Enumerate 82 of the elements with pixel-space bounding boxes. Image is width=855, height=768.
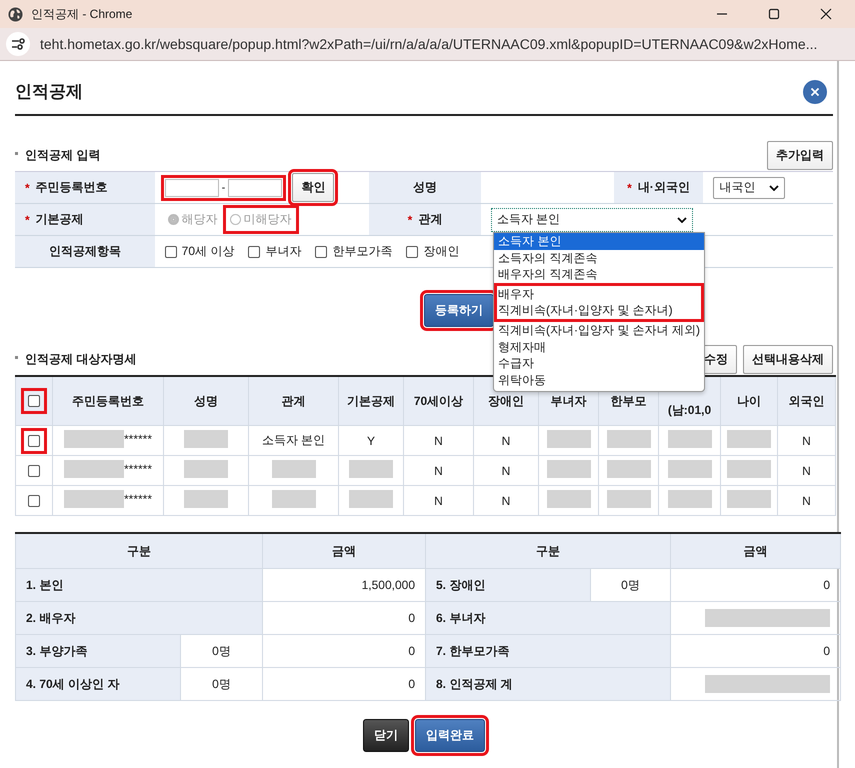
separator-text: - (222, 182, 226, 194)
table-cell: N (802, 494, 811, 508)
field-label: 성명 (413, 179, 437, 196)
id-number-field[interactable] (164, 178, 219, 196)
field-label: 주민등록번호 (36, 179, 108, 196)
window-title: 인적공제 - Chrome (31, 6, 132, 22)
row-label: 8. 인적공제 계 (426, 668, 670, 700)
dropdown-option[interactable]: 직계비속(자녀·입양자 및 손자녀 제외) (494, 322, 704, 339)
table-cell: N (502, 494, 510, 508)
maximize-icon[interactable] (768, 8, 780, 20)
count-cell: 0명 (180, 634, 262, 668)
site-settings-icon[interactable] (6, 32, 30, 56)
row-label: 2. 배우자 (16, 602, 262, 634)
field-label: 관계 (418, 211, 442, 228)
table-cell: N (434, 464, 443, 478)
required-mark: * (25, 212, 30, 226)
required-mark: * (25, 180, 30, 194)
dropdown-option[interactable]: 소득자 본인 (494, 233, 704, 250)
table-cell: 소득자 본인 (262, 432, 326, 449)
field-label: 인적공제항목 (48, 243, 121, 260)
add-input-button[interactable]: 추가입력 (767, 141, 833, 170)
row-label: 1. 본인 (16, 568, 262, 602)
column-header: 구분 (16, 533, 262, 568)
row-checkbox[interactable] (28, 464, 40, 476)
row-checkbox[interactable] (28, 494, 40, 506)
amount-cell: 0 (823, 578, 830, 592)
nationality-select[interactable]: 내국인 (713, 176, 786, 198)
table-cell: N (802, 464, 811, 478)
dropdown-option[interactable]: 배우자의 직계존속 (494, 266, 704, 283)
close-button[interactable]: 닫기 (363, 719, 409, 752)
id-number-field[interactable] (228, 178, 282, 196)
column-header: 금액 (262, 533, 426, 568)
column-header: 70세이상 (404, 376, 474, 426)
amount-cell: 1,500,000 (362, 578, 415, 592)
table-cell: ****** (124, 492, 152, 506)
row-label: 7. 한부모가족 (426, 634, 670, 668)
row-label: 3. 부양가족 (16, 634, 180, 668)
column-header: 성명 (164, 376, 248, 426)
dropdown-option[interactable]: 배우자 (494, 282, 704, 302)
amount-cell: 0 (823, 644, 830, 658)
checkbox-option[interactable]: 부녀자 (248, 243, 302, 260)
column-header: 구분 (426, 533, 670, 568)
row-checkbox[interactable] (28, 434, 40, 446)
dropdown-option[interactable]: 소득자의 직계존속 (494, 250, 704, 266)
table-cell: N (502, 434, 510, 448)
select-all-checkbox[interactable] (28, 395, 40, 407)
count-cell: 0명 (180, 668, 262, 700)
column-header: 관계 (248, 376, 338, 426)
checkbox-option[interactable]: 장애인 (406, 243, 460, 260)
table-cell: N (434, 434, 443, 448)
field-label: 내·외국인 (638, 179, 690, 196)
close-icon[interactable] (820, 8, 832, 20)
required-mark: * (408, 212, 412, 226)
row-label: 4. 70세 이상인 자 (16, 668, 180, 700)
required-mark: * (627, 180, 632, 194)
checkbox-option[interactable]: 한부모가족 (315, 243, 392, 260)
dropdown-option[interactable]: 직계비속(자녀·입양자 및 손자녀) (494, 302, 704, 322)
amount-cell: 0 (408, 677, 415, 691)
checkbox-option[interactable]: 70세 이상 (164, 243, 234, 260)
table-cell: N (434, 494, 443, 508)
dialog-title: 인적공제 (15, 81, 83, 103)
amount-cell: 0 (408, 611, 415, 625)
list-action-button[interactable]: 선택내용삭제 (743, 344, 833, 374)
amount-cell: 0 (408, 644, 415, 658)
row-label: 6. 부녀자 (426, 602, 670, 634)
column-header: 외국인 (778, 376, 836, 426)
column-header: 나이 (720, 376, 778, 426)
column-header: 금액 (670, 533, 840, 568)
chevron-down-icon (769, 184, 780, 190)
column-header: 주민등록번호 (52, 376, 164, 426)
table-cell: ****** (124, 432, 152, 446)
field-label: 기본공제 (36, 211, 84, 228)
table-cell: N (502, 464, 510, 478)
column-header: 기본공제 (338, 376, 404, 426)
table-cell: ****** (124, 462, 152, 476)
section-title: 인적공제 입력 (15, 147, 100, 164)
chevron-down-icon (676, 216, 687, 222)
table-cell: N (802, 434, 811, 448)
row-label: 5. 장애인 (426, 568, 590, 602)
globe-icon (8, 6, 23, 22)
section-title: 인적공제 대상자명세 (15, 350, 136, 368)
table-cell: Y (366, 434, 375, 448)
